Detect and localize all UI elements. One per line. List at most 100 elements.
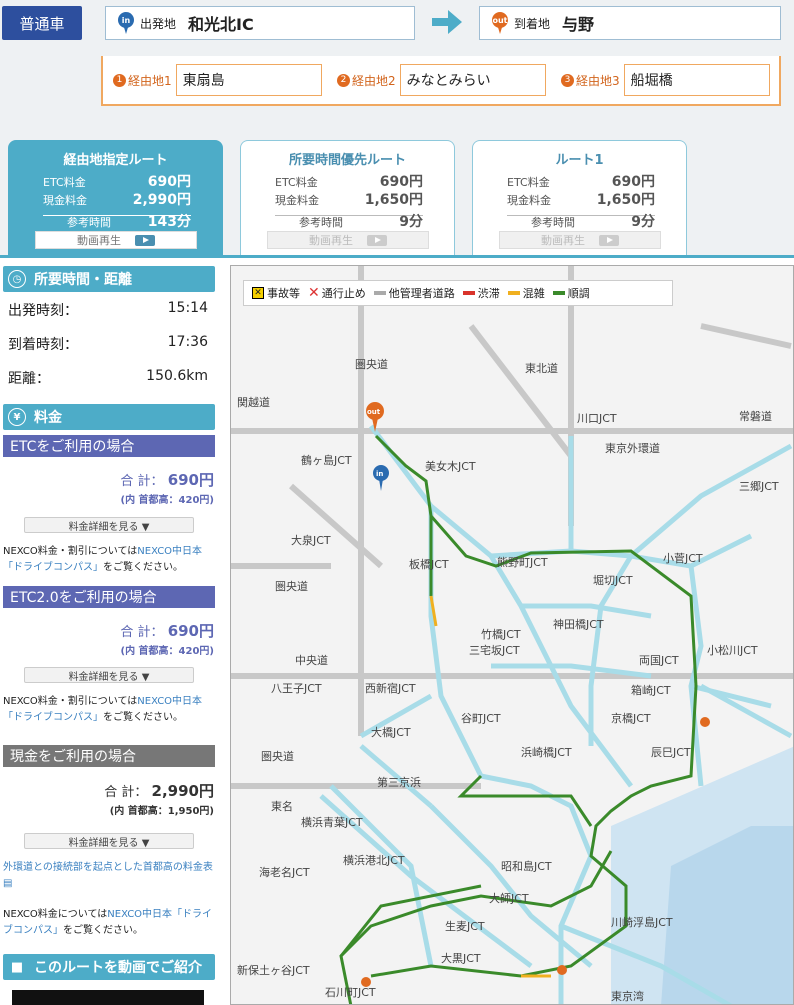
svg-text:板橋JCT: 板橋JCT — [409, 557, 449, 571]
busy-legend: 混雑 — [507, 285, 545, 301]
svg-text:新保土ヶ谷JCT: 新保土ヶ谷JCT — [237, 963, 310, 977]
video-player[interactable] — [12, 990, 204, 1005]
play-video-button[interactable]: 動画再生 — [499, 231, 661, 249]
waypoint-2[interactable]: 2 経由地2 みなとみらい — [337, 64, 546, 96]
svg-text:東京湾: 東京湾 — [611, 989, 644, 1003]
etc-fee-row: ETC料金 690円 — [43, 174, 191, 190]
svg-text:圏央道: 圏央道 — [275, 579, 308, 593]
etc2-subheader: ETC2.0をご利用の場合 — [3, 586, 215, 608]
yen-icon: ¥ — [8, 408, 26, 426]
svg-text:小松川JCT: 小松川JCT — [707, 643, 758, 657]
svg-text:熊野町JCT: 熊野町JCT — [497, 555, 548, 569]
waypoints-box: 1 経由地1 東扇島 2 経由地2 みなとみらい 3 経由地3 船堀橋 — [101, 56, 781, 106]
play-video-button[interactable]: 動画再生 — [35, 231, 197, 249]
svg-text:三宅坂JCT: 三宅坂JCT — [469, 643, 520, 657]
time-row: 参考時間 143分 — [67, 214, 191, 230]
svg-text:竹橋JCT: 竹橋JCT — [481, 627, 521, 641]
svg-text:川口JCT: 川口JCT — [577, 412, 617, 425]
svg-text:大橋JCT: 大橋JCT — [371, 725, 411, 739]
tab-route-fastest[interactable]: 所要時間優先ルート ETC料金 690円 現金料金 1,650円 参考時間 9分 動画… — [240, 140, 455, 255]
svg-text:神田橋JCT: 神田橋JCT — [553, 617, 604, 631]
svg-text:大黒JCT: 大黒JCT — [441, 951, 481, 965]
etc2-note: NEXCO料金・割引についてはNEXCO中日本「ドライブコンパス」をご覧ください… — [3, 696, 203, 723]
route-map[interactable]: 圏央道 東北道 関越道 常磐道 鶴ヶ島JCT 美女木JCT 川口JCT 東京外環… — [230, 265, 794, 1005]
info-sidebar: ◷ 所要時間・距離 出発時刻： 15:14 到着時刻： 17:36 距離： 150.6k… — [0, 262, 218, 1005]
svg-text:両国JCT: 両国JCT — [639, 654, 679, 667]
etc-total: 合 計： 690円 — [120, 471, 214, 489]
svg-text:辰巳JCT: 辰巳JCT — [651, 746, 691, 759]
arrive-row: 到着時刻： 17:36 — [8, 334, 208, 353]
cash-fee-detail-button[interactable]: 料金詳細を見る ▼ — [24, 833, 194, 849]
svg-text:大師JCT: 大師JCT — [489, 891, 529, 905]
destination-field[interactable]: out 到着地 与野 — [479, 6, 781, 40]
etc-subheader: ETCをご利用の場合 — [3, 435, 215, 457]
svg-text:in: in — [376, 470, 383, 478]
svg-text:圏央道: 圏央道 — [355, 357, 388, 371]
svg-text:小菅JCT: 小菅JCT — [663, 552, 703, 565]
vehicle-type-button[interactable]: 普通車 — [2, 6, 82, 40]
svg-text:三郷JCT: 三郷JCT — [739, 479, 779, 493]
table-icon: ▤ — [3, 878, 13, 889]
play-video-button[interactable]: 動画再生 — [267, 231, 429, 249]
map-canvas[interactable]: 圏央道 東北道 関越道 常磐道 鶴ヶ島JCT 美女木JCT 川口JCT 東京外環… — [231, 266, 794, 1005]
route-title: 所要時間優先ルート — [288, 153, 406, 168]
etc-note: NEXCO料金・割引についてはNEXCO中日本「ドライブコンパス」をご覧ください… — [3, 546, 203, 573]
svg-text:横浜港北JCT: 横浜港北JCT — [343, 853, 405, 867]
jam-legend: 渋滞 — [462, 285, 500, 301]
time-row: 参考時間 9分 — [299, 214, 423, 230]
waypoint-label: 経由地1 — [128, 73, 172, 88]
origin-field[interactable]: in 出発地 和光北IC — [105, 6, 415, 40]
waypoint-input[interactable]: 東扇島 — [175, 64, 322, 96]
tab-route-1[interactable]: ルート1 ETC料金 690円 現金料金 1,650円 参考時間 9分 動画再生 — [472, 140, 687, 255]
svg-text:out: out — [367, 408, 381, 416]
time-row: 参考時間 9分 — [531, 214, 655, 230]
search-panel: 普通車 in 出発地 和光北IC out 到着地 与野 1 経由地1 東扇島 2… — [0, 0, 794, 255]
waypoint-1[interactable]: 1 経由地1 東扇島 — [113, 64, 322, 96]
cash-fee-row: 現金料金 1,650円 — [275, 192, 423, 208]
etc-fee-row: ETC料金 690円 — [275, 174, 423, 190]
waypoint-input[interactable]: 船堀橋 — [623, 64, 770, 96]
etc-fee-row: ETC料金 690円 — [507, 174, 655, 190]
svg-text:美女木JCT: 美女木JCT — [425, 459, 476, 473]
tab-route-via[interactable]: 経由地指定ルート ETC料金 690円 現金料金 2,990円 参考時間 143分 動… — [8, 140, 223, 255]
depart-row: 出発時刻： 15:14 — [8, 300, 208, 319]
svg-text:浜崎橋JCT: 浜崎橋JCT — [521, 745, 572, 759]
svg-text:東北道: 東北道 — [525, 361, 558, 375]
closed-icon: ✕ 通行止め — [308, 285, 366, 301]
etc2-fee-detail-button[interactable]: 料金詳細を見る ▼ — [24, 667, 194, 683]
etc2-total: 合 計： 690円 — [120, 622, 214, 640]
svg-text:京橋JCT: 京橋JCT — [611, 711, 651, 725]
svg-text:箱崎JCT: 箱崎JCT — [631, 683, 671, 697]
waypoint-label: 経由地3 — [576, 73, 620, 88]
svg-text:大泉JCT: 大泉JCT — [291, 533, 331, 547]
waypoint-number: 3 — [561, 73, 574, 87]
waypoint-input[interactable]: みなとみらい — [399, 64, 546, 96]
waypoint-label: 経由地2 — [352, 73, 396, 88]
cash-fee-row: 現金料金 1,650円 — [507, 192, 655, 208]
smooth-legend: 順調 — [552, 285, 590, 301]
waypoint-3[interactable]: 3 経由地3 船堀橋 — [561, 64, 770, 96]
gaikan-fee-link[interactable]: 外環道との接続部を起点とした首都高の料金表 — [3, 862, 213, 873]
out-pin-icon: out — [492, 12, 508, 34]
origin-label: 出発地 — [140, 16, 177, 31]
waypoint-number: 2 — [337, 73, 350, 87]
etc2-included: (内 首都高：420円) — [120, 646, 215, 657]
svg-text:関越道: 関越道 — [237, 395, 270, 409]
destination-value: 与野 — [562, 15, 595, 34]
clock-icon: ◷ — [8, 270, 26, 288]
video-section-header: ■ このルートを動画でご紹介 — [3, 954, 215, 980]
etc-fee-detail-button[interactable]: 料金詳細を見る ▼ — [24, 517, 194, 533]
other-road-legend: 他管理者道路 — [373, 285, 455, 301]
play-icon — [599, 234, 619, 246]
origin-value: 和光北IC — [188, 15, 254, 34]
route-title: 経由地指定ルート — [63, 153, 168, 168]
etc-included: (内 首都高：420円) — [120, 495, 215, 506]
time-distance-header: ◷ 所要時間・距離 — [3, 266, 215, 292]
svg-text:昭和島JCT: 昭和島JCT — [501, 859, 552, 873]
cash-note: NEXCO料金についてはNEXCO中日本「ドライブコンパス」をご覧ください。 — [3, 909, 213, 936]
cash-total: 合 計： 2,990円 — [104, 782, 214, 800]
video-camera-icon: ■ — [10, 959, 24, 975]
svg-text:海老名JCT: 海老名JCT — [259, 865, 310, 879]
svg-text:鶴ヶ島JCT: 鶴ヶ島JCT — [301, 453, 352, 467]
svg-text:第三京浜: 第三京浜 — [377, 775, 421, 789]
